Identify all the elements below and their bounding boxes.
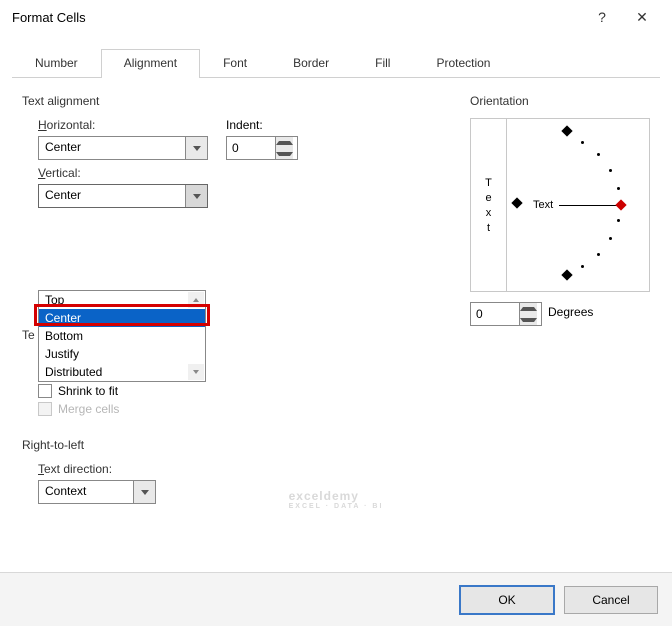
- spinner-up-icon[interactable]: [276, 137, 293, 148]
- dialog-body: Text alignment Horizontal: Center Vertic…: [0, 78, 672, 568]
- option-center[interactable]: Center: [39, 309, 205, 327]
- shrink-label: Shrink to fit: [58, 384, 118, 398]
- dot-icon: [609, 237, 612, 240]
- degrees-spinner[interactable]: [470, 302, 542, 326]
- dot-icon: [617, 187, 620, 190]
- tab-font[interactable]: Font: [200, 49, 270, 78]
- spinner-up-icon[interactable]: [520, 303, 537, 314]
- spinner-down-icon[interactable]: [520, 314, 537, 325]
- vertical-label: Vertical:: [38, 166, 322, 180]
- option-distributed[interactable]: Distributed: [39, 363, 205, 381]
- orientation-group: Orientation T e x t: [470, 92, 650, 326]
- text-direction-combo[interactable]: Context: [38, 480, 156, 504]
- checkbox-icon: [38, 384, 52, 398]
- dot-icon: [597, 253, 600, 256]
- spinner-buttons[interactable]: [519, 303, 537, 325]
- dot-icon: [581, 265, 584, 268]
- orientation-dial[interactable]: Text: [507, 119, 649, 291]
- tab-strip: Number Alignment Font Border Fill Protec…: [12, 48, 660, 78]
- orientation-vertical-text[interactable]: T e x t: [471, 119, 507, 291]
- titlebar: Format Cells ? ✕: [0, 0, 672, 34]
- diamond-icon: [511, 197, 522, 208]
- option-bottom[interactable]: Bottom: [39, 327, 205, 345]
- text-direction-label: Text direction:: [38, 462, 156, 476]
- tab-fill[interactable]: Fill: [352, 49, 413, 78]
- dial-line: [559, 205, 619, 206]
- indent-group: Indent:: [226, 118, 298, 160]
- dot-icon: [609, 169, 612, 172]
- tab-alignment[interactable]: Alignment: [101, 49, 200, 78]
- vertical-combo[interactable]: Center: [38, 184, 208, 208]
- cancel-button[interactable]: Cancel: [564, 586, 658, 614]
- indent-spinner[interactable]: [226, 136, 298, 160]
- format-cells-dialog: Format Cells ? ✕ Number Alignment Font B…: [0, 0, 672, 626]
- tab-number[interactable]: Number: [12, 49, 101, 78]
- scroll-down-icon[interactable]: [188, 364, 204, 380]
- degrees-row: Degrees: [470, 298, 650, 326]
- horizontal-value: Center: [39, 137, 185, 159]
- scroll-up-icon[interactable]: [188, 292, 204, 308]
- diamond-icon: [561, 269, 572, 280]
- ok-button[interactable]: OK: [460, 586, 554, 614]
- dialog-footer: OK Cancel: [0, 572, 672, 626]
- horizontal-combo[interactable]: Center: [38, 136, 208, 160]
- chevron-down-icon: [185, 137, 207, 159]
- merge-cells-checkbox: Merge cells: [38, 402, 119, 416]
- merge-label: Merge cells: [58, 402, 119, 416]
- chevron-down-icon: [185, 185, 207, 207]
- orientation-label: Orientation: [470, 94, 650, 108]
- watermark: exceldemy EXCEL · DATA · BI: [289, 487, 384, 510]
- dialog-title: Format Cells: [12, 10, 582, 25]
- vertical-value: Center: [39, 185, 185, 207]
- orientation-control[interactable]: T e x t Text: [470, 118, 650, 292]
- text-direction-value: Context: [39, 481, 133, 503]
- chevron-down-icon: [133, 481, 155, 503]
- degrees-input[interactable]: [471, 303, 519, 325]
- tab-protection[interactable]: Protection: [413, 49, 513, 78]
- orientation-dial-text: Text: [533, 199, 553, 211]
- tab-border[interactable]: Border: [270, 49, 352, 78]
- dot-icon: [597, 153, 600, 156]
- text-control-label-partial: Te: [22, 328, 35, 342]
- dial-handle-icon[interactable]: [615, 199, 626, 210]
- indent-input[interactable]: [227, 137, 275, 159]
- close-button[interactable]: ✕: [622, 9, 662, 26]
- right-to-left-group: Right-to-left Text direction: Context: [22, 436, 156, 504]
- vertical-dropdown-list[interactable]: Top Center Bottom Justify Distributed: [38, 290, 206, 382]
- shrink-to-fit-checkbox[interactable]: Shrink to fit: [38, 384, 119, 398]
- spinner-down-icon[interactable]: [276, 148, 293, 159]
- option-top[interactable]: Top: [39, 291, 205, 309]
- checkbox-icon: [38, 402, 52, 416]
- spinner-buttons[interactable]: [275, 137, 293, 159]
- text-control-checks: Shrink to fit Merge cells: [38, 380, 119, 420]
- dot-icon: [617, 219, 620, 222]
- option-justify[interactable]: Justify: [39, 345, 205, 363]
- help-button[interactable]: ?: [582, 9, 622, 25]
- dot-icon: [581, 141, 584, 144]
- text-alignment-label: Text alignment: [22, 94, 322, 108]
- diamond-icon: [561, 125, 572, 136]
- indent-label: Indent:: [226, 118, 298, 132]
- rtl-label: Right-to-left: [22, 438, 156, 452]
- degrees-label: Degrees: [548, 305, 593, 319]
